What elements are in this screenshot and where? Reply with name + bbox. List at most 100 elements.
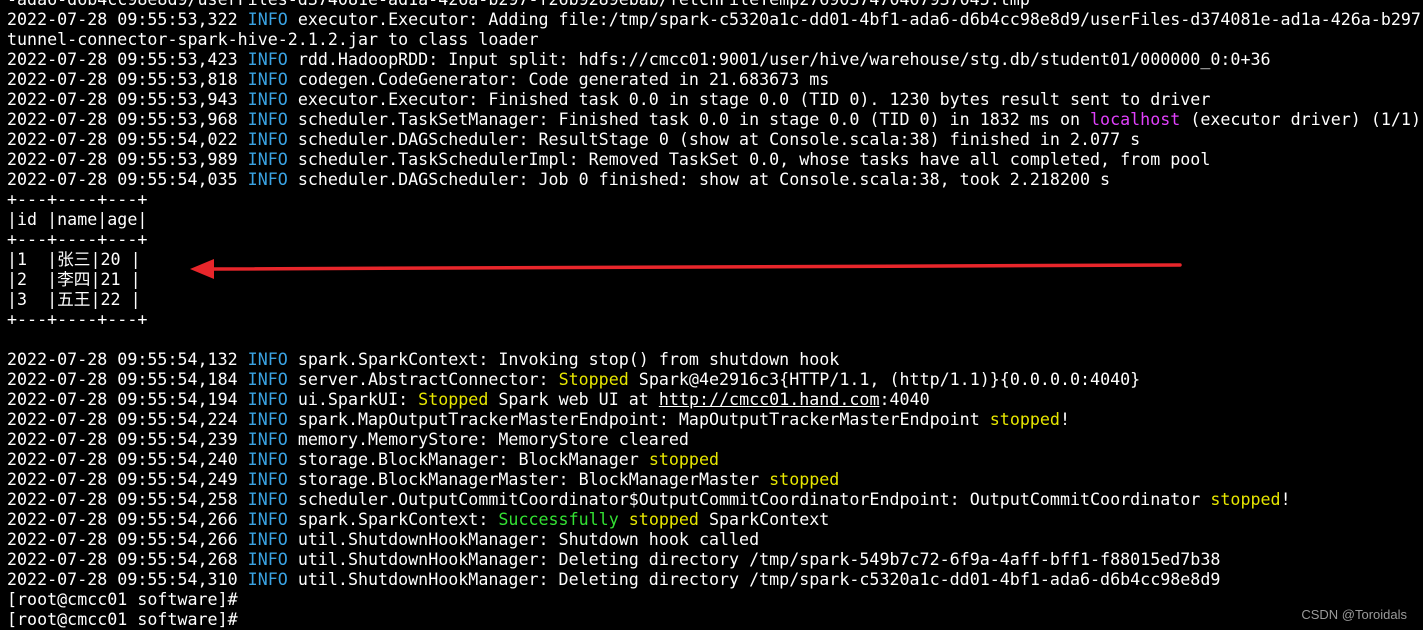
log-text: memory.MemoryStore: MemoryStore cleared <box>287 430 689 449</box>
log-text: +---+----+---+ <box>7 310 148 329</box>
log-text: 2022-07-28 09:55:54,266 <box>7 530 248 549</box>
terminal-line: 2022-07-28 09:55:54,035 INFO scheduler.D… <box>7 170 1423 190</box>
log-text: spark.SparkContext: Invoking stop() from… <box>287 350 840 369</box>
log-level-info: INFO <box>247 450 288 469</box>
terminal-line: 2022-07-28 09:55:54,240 INFO storage.Blo… <box>7 450 1423 470</box>
log-text: +---+----+---+ <box>7 230 148 249</box>
log-text: |3 |五王|22 | <box>7 290 141 309</box>
log-text: executor.Executor: Finished task 0.0 in … <box>287 90 1211 109</box>
log-text: spark.SparkContext: <box>287 510 499 529</box>
terminal-line: +---+----+---+ <box>7 310 1423 330</box>
log-text: 2022-07-28 09:55:54,224 <box>7 410 248 429</box>
terminal-line: 2022-07-28 09:55:54,310 INFO util.Shutdo… <box>7 570 1423 590</box>
terminal-line: tunnel-connector-spark-hive-2.1.2.jar to… <box>7 30 1423 50</box>
log-text: 2022-07-28 09:55:54,132 <box>7 350 248 369</box>
log-level-info: INFO <box>247 410 288 429</box>
log-text: scheduler.TaskSetManager: Finished task … <box>287 110 1091 129</box>
log-text: 2022-07-28 09:55:54,240 <box>7 450 248 469</box>
log-text: 2022-07-28 09:55:54,266 <box>7 510 248 529</box>
log-text: 2022-07-28 09:55:54,310 <box>7 570 248 589</box>
log-text: 2022-07-28 09:55:53,423 <box>7 50 248 69</box>
log-level-info: INFO <box>247 130 288 149</box>
terminal-line: -ada6-d6b4cc98e8d9/userFiles-d374081e-ad… <box>7 0 1423 10</box>
terminal-line: 2022-07-28 09:55:53,818 INFO codegen.Cod… <box>7 70 1423 90</box>
log-text: (executor driver) (1/1) <box>1180 110 1421 129</box>
terminal-line: [root@cmcc01 software]# <box>7 590 1423 610</box>
log-level-info: INFO <box>247 170 288 189</box>
log-text: |id |name|age| <box>7 210 148 229</box>
log-level-info: INFO <box>247 110 288 129</box>
stopped-keyword: Stopped <box>558 370 629 389</box>
log-level-info: INFO <box>247 370 288 389</box>
terminal-window[interactable]: -ada6-d6b4cc98e8d9/userFiles-d374081e-ad… <box>0 0 1423 630</box>
terminal-line: 2022-07-28 09:55:54,239 INFO memory.Memo… <box>7 430 1423 450</box>
success-keyword: Successfully <box>498 510 619 529</box>
log-text: util.ShutdownHookManager: Deleting direc… <box>287 570 1221 589</box>
log-text: [root@cmcc01 software]# <box>7 590 238 609</box>
terminal-line: +---+----+---+ <box>7 230 1423 250</box>
log-text: |2 |李四|21 | <box>7 270 141 289</box>
log-text: 2022-07-28 09:55:54,258 <box>7 490 248 509</box>
log-level-info: INFO <box>247 570 288 589</box>
log-text: :4040 <box>879 390 930 409</box>
stopped-keyword: stopped <box>628 510 699 529</box>
log-text: Spark@4e2916c3{HTTP/1.1, (http/1.1)}{0.0… <box>628 370 1141 389</box>
terminal-line: 2022-07-28 09:55:53,989 INFO scheduler.T… <box>7 150 1423 170</box>
terminal-line: |id |name|age| <box>7 210 1423 230</box>
log-text: 2022-07-28 09:55:53,968 <box>7 110 248 129</box>
terminal-line: 2022-07-28 09:55:54,266 INFO util.Shutdo… <box>7 530 1423 550</box>
terminal-line: 2022-07-28 09:55:54,132 INFO spark.Spark… <box>7 350 1423 370</box>
log-level-info: INFO <box>247 350 288 369</box>
log-level-info: INFO <box>247 530 288 549</box>
log-text: 2022-07-28 09:55:53,943 <box>7 90 248 109</box>
watermark: CSDN @Toroidals <box>1301 607 1407 622</box>
log-text: scheduler.TaskSchedulerImpl: Removed Tas… <box>287 150 1211 169</box>
terminal-line: 2022-07-28 09:55:53,943 INFO executor.Ex… <box>7 90 1423 110</box>
terminal-line: 2022-07-28 09:55:54,266 INFO spark.Spark… <box>7 510 1423 530</box>
terminal-line: 2022-07-28 09:55:54,224 INFO spark.MapOu… <box>7 410 1423 430</box>
terminal-line: 2022-07-28 09:55:54,194 INFO ui.SparkUI:… <box>7 390 1423 410</box>
log-level-info: INFO <box>247 70 288 89</box>
log-text: 2022-07-28 09:55:53,322 <box>7 10 248 29</box>
log-level-info: INFO <box>247 550 288 569</box>
terminal-output[interactable]: -ada6-d6b4cc98e8d9/userFiles-d374081e-ad… <box>7 0 1423 630</box>
stopped-keyword: Stopped <box>418 390 489 409</box>
log-text: 2022-07-28 09:55:54,184 <box>7 370 248 389</box>
log-text: 2022-07-28 09:55:54,268 <box>7 550 248 569</box>
terminal-line: 2022-07-28 09:55:54,249 INFO storage.Blo… <box>7 470 1423 490</box>
log-text: scheduler.DAGScheduler: Job 0 finished: … <box>287 170 1111 189</box>
stopped-keyword: stopped <box>1210 490 1281 509</box>
log-level-info: INFO <box>247 10 288 29</box>
terminal-line: 2022-07-28 09:55:53,423 INFO rdd.HadoopR… <box>7 50 1423 70</box>
terminal-line: 2022-07-28 09:55:54,184 INFO server.Abst… <box>7 370 1423 390</box>
log-text: ! <box>1059 410 1070 429</box>
log-text: storage.BlockManagerMaster: BlockManager… <box>287 470 770 489</box>
terminal-line: 2022-07-28 09:55:53,968 INFO scheduler.T… <box>7 110 1423 130</box>
hostname-text: localhost <box>1090 110 1181 129</box>
stopped-keyword: stopped <box>769 470 840 489</box>
terminal-line: |1 |张三|20 | <box>7 250 1423 270</box>
log-level-info: INFO <box>247 50 288 69</box>
log-text: -ada6-d6b4cc98e8d9/userFiles-d374081e-ad… <box>7 0 1030 9</box>
log-text: 2022-07-28 09:55:54,035 <box>7 170 248 189</box>
terminal-line: |3 |五王|22 | <box>7 290 1423 310</box>
log-text: ! <box>1280 490 1291 509</box>
log-level-info: INFO <box>247 430 288 449</box>
log-text: 2022-07-28 09:55:53,818 <box>7 70 248 89</box>
log-level-info: INFO <box>247 90 288 109</box>
log-level-info: INFO <box>247 510 288 529</box>
url-link[interactable]: http://cmcc01.hand.com <box>659 390 880 409</box>
terminal-line: +---+----+---+ <box>7 190 1423 210</box>
terminal-line: 2022-07-28 09:55:54,258 INFO scheduler.O… <box>7 490 1423 510</box>
log-text: server.AbstractConnector: <box>287 370 559 389</box>
terminal-line: [root@cmcc01 software]# <box>7 610 1423 630</box>
log-text: [root@cmcc01 software]# <box>7 610 238 629</box>
terminal-line: 2022-07-28 09:55:54,268 INFO util.Shutdo… <box>7 550 1423 570</box>
stopped-keyword: stopped <box>989 410 1060 429</box>
terminal-line: 2022-07-28 09:55:53,322 INFO executor.Ex… <box>7 10 1423 30</box>
terminal-line: 2022-07-28 09:55:54,022 INFO scheduler.D… <box>7 130 1423 150</box>
log-text: spark.MapOutputTrackerMasterEndpoint: Ma… <box>287 410 990 429</box>
log-text: SparkContext <box>698 510 830 529</box>
